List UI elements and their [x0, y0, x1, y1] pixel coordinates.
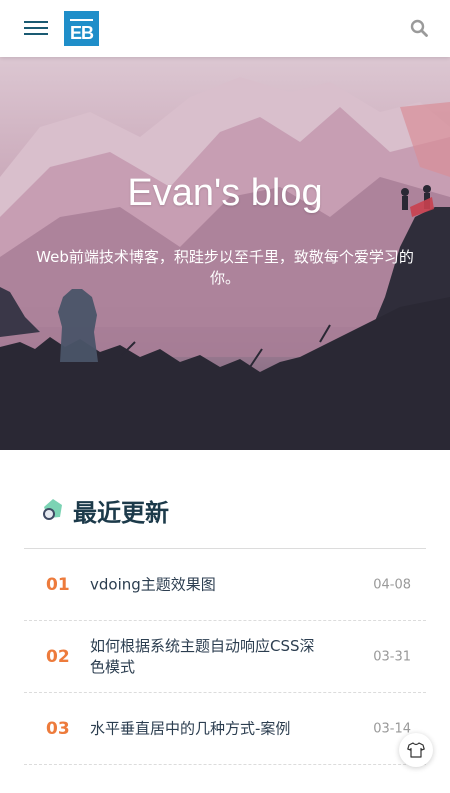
navbar: EB: [0, 0, 450, 57]
section-title: 最近更新: [73, 498, 169, 527]
tshirt-icon: [407, 742, 425, 758]
badge-icon: [43, 499, 62, 520]
list-item[interactable]: 03 水平垂直居中的几种方式-案例 03-14: [24, 693, 426, 765]
post-number: 02: [46, 646, 70, 667]
section-header: 最近更新: [40, 492, 169, 528]
hero-description: Web前端技术博客，积跬步以至千里，致敬每个爱学习的你。: [36, 248, 414, 287]
theme-toggle-button[interactable]: [399, 733, 433, 767]
hero-title: Evan's blog: [127, 172, 323, 214]
post-title-link[interactable]: vdoing主题效果图: [90, 574, 320, 595]
list-item[interactable]: 02 如何根据系统主题自动响应CSS深色模式 03-31: [24, 621, 426, 693]
post-number: 01: [46, 574, 70, 595]
search-icon[interactable]: [410, 19, 428, 37]
post-title-link[interactable]: 如何根据系统主题自动响应CSS深色模式: [90, 636, 320, 678]
logo-text: EB: [69, 23, 94, 43]
site-logo[interactable]: EB: [64, 11, 99, 46]
post-title-link[interactable]: 水平垂直居中的几种方式-案例: [90, 718, 320, 739]
post-date: 03-31: [373, 649, 411, 664]
hero-banner: Evan's blog Web前端技术博客，积跬步以至千里，致敬每个爱学习的你。: [0, 57, 450, 450]
post-date: 03-14: [373, 721, 411, 736]
post-number: 03: [46, 718, 70, 739]
list-item[interactable]: 01 vdoing主题效果图 04-08: [24, 549, 426, 621]
post-date: 04-08: [373, 577, 411, 592]
hamburger-menu-icon[interactable]: [24, 17, 48, 39]
recent-updates-section: 最近更新 01 vdoing主题效果图 04-08 02 如何根据系统主题自动响…: [0, 450, 450, 793]
